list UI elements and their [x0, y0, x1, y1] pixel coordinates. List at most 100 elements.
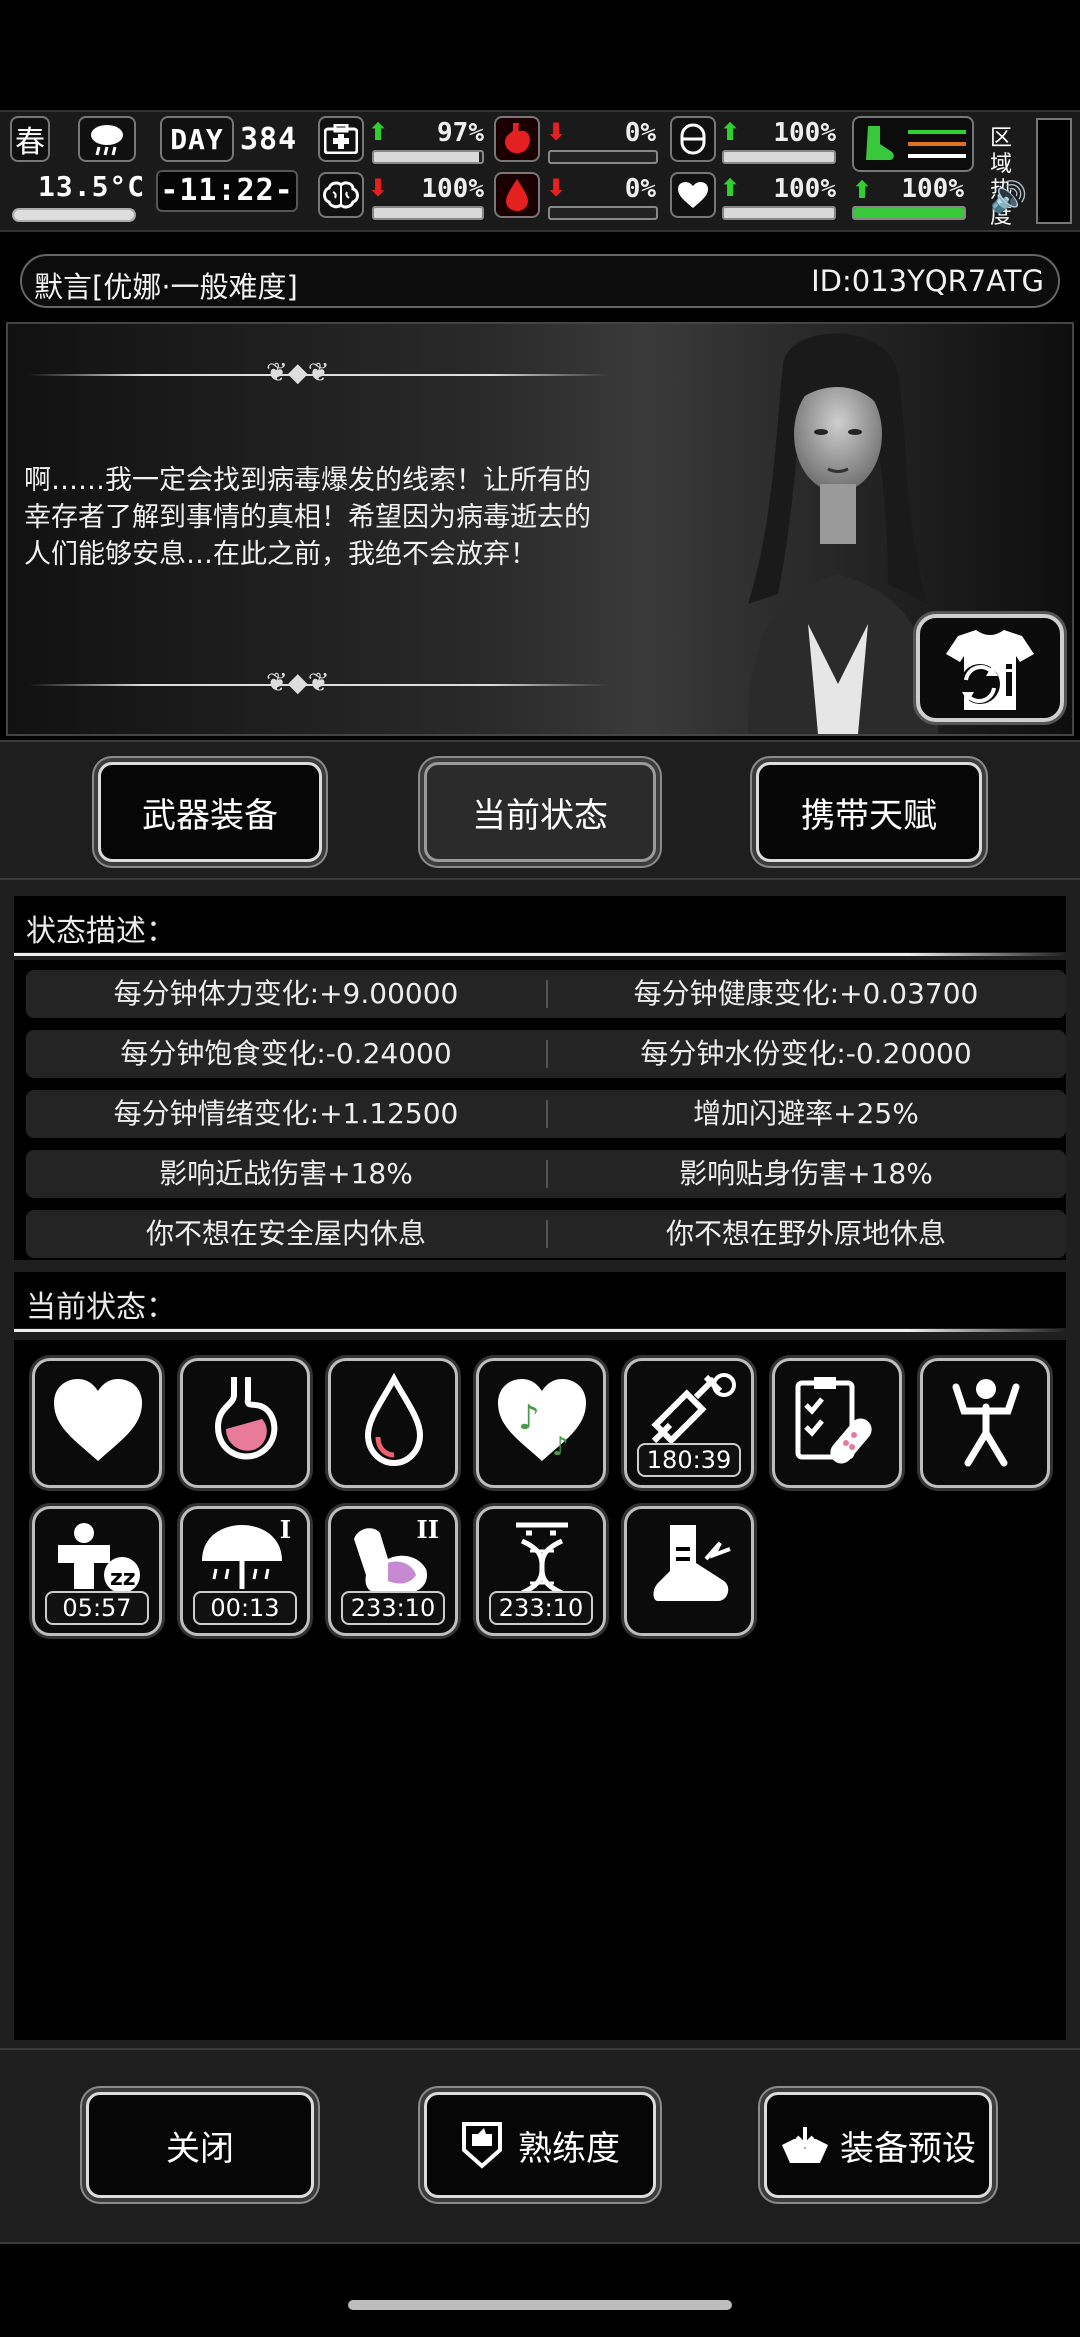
running-boot-icon [866, 126, 894, 160]
fast-foot-icon [653, 1525, 731, 1601]
first-aid-icon [318, 116, 364, 162]
day-label: DAY [170, 122, 224, 156]
tab-bar: 武器装备 当前状态 携带天赋 [0, 740, 1080, 880]
effect-icon-grid: ♪ ♪ 180:39 zz 05:57 I 00:13 II 233:10 233… [14, 1340, 1066, 2040]
heart-icon [54, 1379, 142, 1461]
speed-bar [852, 206, 966, 220]
top-status-bar: 春 13.5°C DAY 384 -11:22- ⬆ 97% ⬇ 100% ⬇ … [0, 110, 1080, 232]
equip-download-icon [782, 2127, 828, 2163]
stamina-value: 100% [773, 118, 836, 148]
day-number: 384 [240, 122, 298, 157]
health-value: 97% [437, 118, 484, 148]
description-row: 影响近战伤害+18% 影响贴身伤害+18% [26, 1150, 1066, 1198]
blood-drop-icon [494, 172, 540, 218]
blood-bar [548, 206, 658, 220]
description-item: 每分钟水份变化:-0.20000 [640, 1037, 972, 1070]
syringe-icon [651, 1373, 736, 1445]
tab-current-status[interactable]: 当前状态 [424, 762, 656, 862]
svg-text:♪: ♪ [518, 1398, 540, 1438]
mood-bar [722, 206, 836, 220]
blood-value: 0% [624, 174, 656, 204]
brain-icon [318, 172, 364, 218]
ornament-top-flourish: ❦◆❦ [266, 358, 330, 388]
temperature: 13.5°C [38, 170, 146, 203]
equip-preset-button[interactable]: 装备预设 [764, 2092, 992, 2198]
strong-man-icon [952, 1379, 1020, 1467]
effect-rank: I [279, 1515, 291, 1544]
brain-value: 100% [421, 174, 484, 204]
effect-medical[interactable] [772, 1358, 902, 1488]
mood-value: 100% [773, 174, 836, 204]
description-item: 每分钟饱食变化:-0.24000 [120, 1037, 452, 1070]
speaker-icon[interactable]: 🔊 [990, 180, 1027, 215]
speed-panel [852, 116, 974, 172]
stomach-status-icon [494, 116, 540, 162]
change-outfit-button[interactable] [916, 614, 1064, 722]
effect-heart[interactable] [32, 1358, 162, 1488]
dna-man-icon [516, 1522, 568, 1596]
status-description-list: 每分钟体力变化:+9.00000 每分钟健康变化:+0.03700 每分钟饱食变… [14, 960, 1066, 1260]
character-name: 默言[优娜·一般难度] [34, 270, 298, 304]
bottom-button-bar: 关闭 熟练度 装备预设 [0, 2048, 1080, 2244]
effect-strong[interactable] [920, 1358, 1050, 1488]
current-status-title: 当前状态： [26, 1290, 176, 1325]
status-description-header: 状态描述： [14, 896, 1066, 956]
description-row: 每分钟饱食变化:-0.24000 每分钟水份变化:-0.20000 [26, 1030, 1066, 1078]
effect-rank: II [416, 1515, 439, 1544]
stamina-bar [722, 150, 836, 164]
effect-fast-foot[interactable] [624, 1506, 754, 1636]
character-name-bar: 默言[优娜·一般难度] ID:013YQR7ATG [20, 254, 1060, 308]
ornament-bottom-flourish: ❦◆❦ [266, 668, 330, 698]
effect-timer: 233:10 [341, 1591, 445, 1625]
description-row: 每分钟情绪变化:+1.12500 增加闪避率+25% [26, 1090, 1066, 1138]
status-description-title: 状态描述： [26, 914, 176, 949]
effect-timer: 05:57 [45, 1591, 149, 1625]
description-item: 每分钟体力变化:+9.00000 [113, 977, 459, 1010]
health-bar [372, 150, 484, 164]
music-heart-icon: ♪♪ [498, 1379, 586, 1462]
sleeping-man-icon: zz [58, 1523, 140, 1593]
svg-text:♪: ♪ [552, 1432, 569, 1462]
description-item: 每分钟情绪变化:+1.12500 [113, 1097, 459, 1130]
effect-dna[interactable]: 233:10 [476, 1506, 606, 1636]
description-item: 影响近战伤害+18% [159, 1157, 413, 1190]
brain-bar [372, 206, 484, 220]
hunger-bar [548, 150, 658, 164]
effect-stomach[interactable] [180, 1358, 310, 1488]
game-clock: -11:22- [156, 170, 298, 212]
temperature-gauge [12, 208, 136, 222]
effect-water[interactable] [328, 1358, 458, 1488]
effect-timer: 00:13 [193, 1591, 297, 1625]
effect-music-mood[interactable]: ♪ ♪ [476, 1358, 606, 1488]
mood-heart-icon [670, 172, 716, 218]
stamina-capsule-icon [670, 116, 716, 162]
equip-preset-label: 装备预设 [840, 2128, 976, 2169]
close-button[interactable]: 关闭 [86, 2092, 314, 2198]
proficiency-button[interactable]: 熟练度 [424, 2092, 656, 2198]
effect-sleep[interactable]: zz 05:57 [32, 1506, 162, 1636]
medical-kit-icon [795, 1377, 872, 1464]
effect-syringe[interactable]: 180:39 [624, 1358, 754, 1488]
effect-umbrella[interactable]: I 00:13 [180, 1506, 310, 1636]
character-quote: 啊……我一定会找到病毒爆发的线索！让所有的幸存者了解到事情的真相！希望因为病毒逝… [24, 465, 591, 570]
current-status-header: 当前状态： [14, 1272, 1066, 1332]
zone-heat-gauge [1036, 118, 1072, 224]
day-badge: DAY [160, 116, 234, 162]
character-portrait-panel: ❦◆❦ ❦◆❦ 啊……我一定会找到病毒爆发的线索！让所有的幸存者了解到事情的真相… [6, 322, 1074, 736]
description-item: 每分钟健康变化:+0.03700 [633, 977, 979, 1010]
stomach-icon [214, 1377, 278, 1460]
speed-value: 100% [901, 174, 964, 204]
proficiency-badge-icon [462, 2122, 502, 2169]
description-row: 你不想在安全屋内休息 你不想在野外原地休息 [26, 1210, 1066, 1258]
description-item: 你不想在安全屋内休息 [145, 1217, 426, 1250]
description-row: 每分钟体力变化:+9.00000 每分钟健康变化:+0.03700 [26, 970, 1066, 1018]
water-drop-icon [364, 1372, 424, 1467]
effect-timer: 180:39 [637, 1443, 741, 1477]
effect-arm[interactable]: II 233:10 [328, 1506, 458, 1636]
season-badge: 春 [10, 116, 50, 162]
tab-carried-talents[interactable]: 携带天赋 [756, 762, 982, 862]
home-indicator[interactable] [348, 2300, 732, 2310]
character-id: ID:013YQR7ATG [811, 264, 1044, 298]
tab-weapons-equipment[interactable]: 武器装备 [98, 762, 322, 862]
description-item: 影响贴身伤害+18% [679, 1157, 933, 1190]
